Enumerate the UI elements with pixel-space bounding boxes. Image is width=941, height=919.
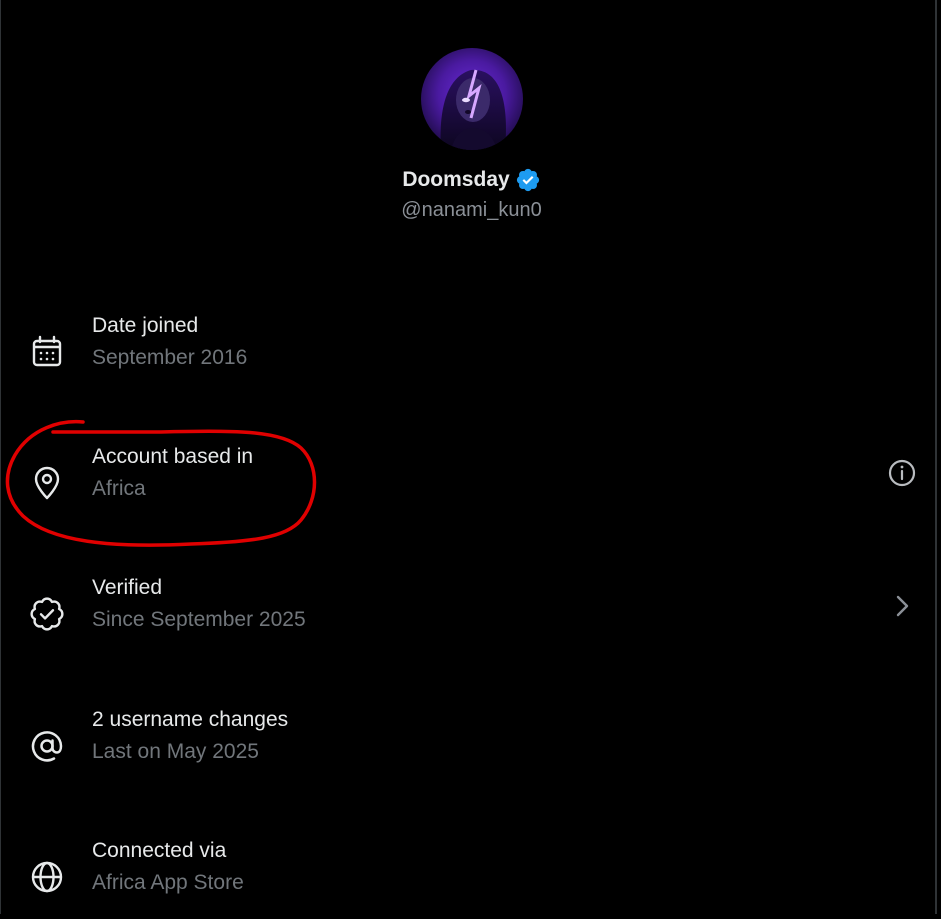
row-value: Last on May 2025: [92, 740, 259, 763]
info-icon[interactable]: [886, 457, 918, 489]
row-label: Connected via: [92, 839, 227, 862]
verified-check-icon: [29, 596, 65, 632]
at-sign-icon: [29, 728, 65, 764]
row-verified[interactable]: Verified Since September 2025: [1, 576, 938, 656]
profile-handle: @nanami_kun0: [401, 199, 542, 221]
avatar[interactable]: [421, 48, 523, 150]
row-value: Since September 2025: [92, 608, 306, 631]
globe-icon: [29, 859, 65, 895]
location-pin-icon: [29, 465, 65, 501]
row-connected-via: Connected via Africa App Store: [1, 839, 938, 919]
row-label: 2 username changes: [92, 708, 289, 731]
display-name: Doomsday: [402, 168, 510, 191]
row-account-based-in: Account based in Africa: [1, 445, 938, 525]
row-label: Account based in: [92, 445, 254, 468]
row-value: September 2016: [92, 346, 248, 369]
about-account-panel: Doomsday @nanami_kun0 Date joined Septem…: [0, 0, 937, 914]
name-row: Doomsday: [1, 165, 941, 195]
row-value: Africa: [92, 477, 146, 500]
row-date-joined: Date joined September 2016: [1, 314, 938, 394]
verified-badge-icon: [515, 167, 541, 193]
row-username-changes: 2 username changes Last on May 2025: [1, 708, 938, 788]
row-label: Verified: [92, 576, 163, 599]
chevron-right-icon: [886, 590, 918, 622]
row-label: Date joined: [92, 314, 199, 337]
row-value: Africa App Store: [92, 871, 244, 894]
calendar-icon: [29, 334, 65, 370]
